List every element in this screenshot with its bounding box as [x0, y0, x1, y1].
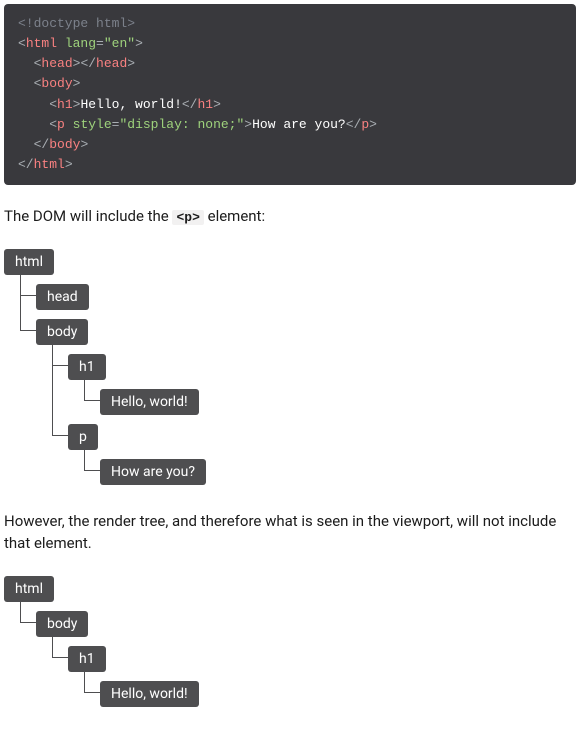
paragraph-dom-includes: The DOM will include the <p> element: — [4, 205, 576, 228]
code-line: <!doctype html> — [18, 16, 135, 31]
node-h1-text: Hello, world! — [100, 681, 199, 707]
node-h1: h1 — [68, 646, 106, 672]
node-h1: h1 — [68, 354, 106, 380]
node-html: html — [4, 576, 54, 602]
node-p: p — [68, 424, 98, 450]
inline-code-p: <p> — [172, 210, 203, 225]
text-post: element: — [204, 207, 265, 225]
node-body: body — [36, 611, 88, 637]
node-body: body — [36, 319, 88, 345]
dom-tree: html head body h1 Hello, world! p — [4, 246, 576, 488]
node-h1-text: Hello, world! — [100, 389, 199, 415]
node-p-text: How are you? — [100, 459, 206, 485]
node-head: head — [36, 284, 89, 310]
code-block: <!doctype html> <html lang="en"> <head><… — [4, 4, 576, 185]
node-html: html — [4, 249, 54, 275]
render-tree: html body h1 Hello, world! — [4, 573, 576, 710]
paragraph-render-tree: However, the render tree, and therefore … — [4, 510, 576, 555]
text-pre: The DOM will include the — [4, 207, 172, 225]
